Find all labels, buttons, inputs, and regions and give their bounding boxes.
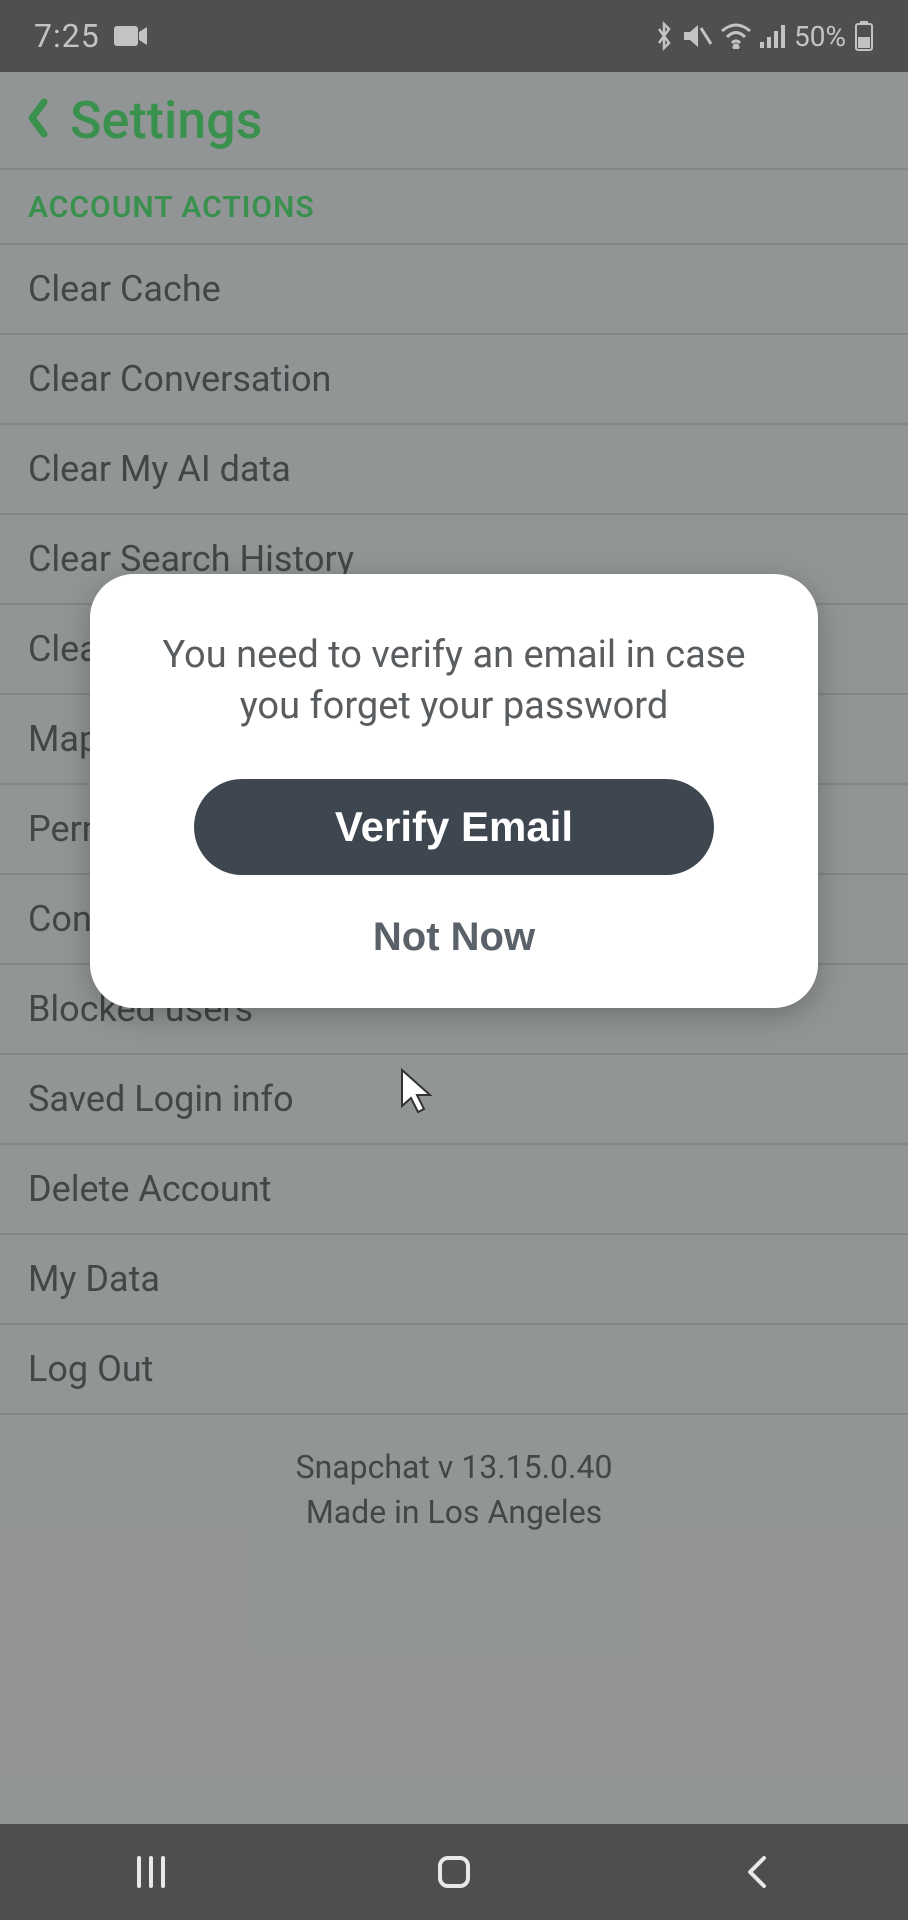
system-nav-bar xyxy=(0,1824,908,1920)
not-now-button[interactable]: Not Now xyxy=(138,915,770,960)
verify-email-dialog: You need to verify an email in case you … xyxy=(90,574,818,1008)
dialog-message: You need to verify an email in case you … xyxy=(138,630,770,733)
verify-email-button[interactable]: Verify Email xyxy=(194,779,714,875)
nav-back-button[interactable] xyxy=(707,1852,807,1892)
nav-recent-button[interactable] xyxy=(101,1852,201,1892)
nav-home-button[interactable] xyxy=(404,1852,504,1892)
